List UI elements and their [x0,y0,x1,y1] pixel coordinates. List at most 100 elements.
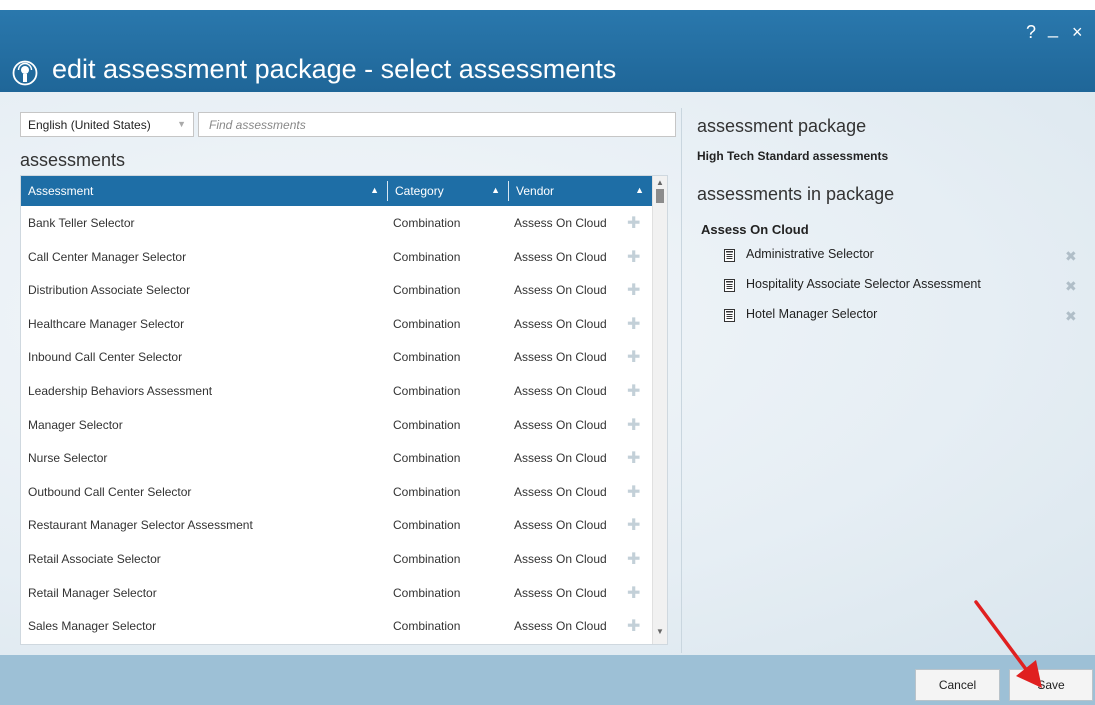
table-row[interactable]: Outbound Call Center Selector Combinatio… [21,475,652,509]
remove-icon[interactable]: ✖ [1065,308,1077,325]
package-item-label: Administrative Selector [746,247,874,261]
add-icon[interactable]: ✚ [627,280,640,300]
assessment-name: Leadership Behaviors Assessment [28,383,213,398]
assessment-name: Healthcare Manager Selector [28,316,185,331]
scroll-up-icon[interactable]: ▲ [656,178,664,187]
chevron-down-icon: ▼ [177,119,186,129]
table-row[interactable]: Retail Manager Selector Combination Asse… [21,576,652,610]
assessment-name: Outbound Call Center Selector [28,484,192,499]
table-row[interactable]: Healthcare Manager Selector Combination … [21,307,652,341]
add-icon[interactable]: ✚ [627,549,640,569]
table-row[interactable]: Restaurant Manager Selector Assessment C… [21,508,652,542]
assessment-vendor: Assess On Cloud [514,383,607,398]
assessment-name: Retail Associate Selector [28,551,161,566]
document-icon [724,279,735,292]
add-icon[interactable]: ✚ [627,482,640,502]
assessment-vendor: Assess On Cloud [514,283,607,298]
assessment-category: Combination [393,451,461,466]
top-gap [0,0,1095,10]
search-input[interactable]: Find assessments [198,112,676,137]
assessment-vendor: Assess On Cloud [514,518,607,533]
grid-header: Assessment ▲ Category ▲ Vendor ▲ [21,176,652,206]
add-icon[interactable]: ✚ [627,213,640,233]
scroll-down-icon[interactable]: ▼ [656,627,664,636]
assessment-vendor: Assess On Cloud [514,316,607,331]
assessment-name: Sales Manager Selector [28,619,157,634]
add-icon[interactable]: ✚ [627,415,640,435]
assessment-name: Retail Manager Selector [28,585,157,600]
table-row[interactable]: Manager Selector Combination Assess On C… [21,408,652,442]
package-name: High Tech Standard assessments [697,149,889,163]
add-icon[interactable]: ✚ [627,314,640,334]
assessment-vendor: Assess On Cloud [514,585,607,600]
panel-divider [681,108,682,653]
assessment-vendor: Assess On Cloud [514,350,607,365]
assessment-app-icon [12,60,38,86]
table-row[interactable]: Call Center Manager Selector Combination… [21,240,652,274]
dialog-content: English (United States) ▼ Find assessmen… [0,92,1095,655]
add-icon[interactable]: ✚ [627,616,640,636]
close-icon[interactable]: × [1072,22,1083,43]
assessment-category: Combination [393,216,461,230]
dialog-footer: Cancel Save [0,655,1095,705]
assessment-vendor: Assess On Cloud [514,551,607,566]
assessment-category: Combination [393,283,461,298]
package-item-label: Hospitality Associate Selector Assessmen… [746,277,981,291]
assessment-vendor: Assess On Cloud [514,451,607,466]
column-header-vendor[interactable]: Vendor ▲ [509,176,652,206]
table-row[interactable]: Retail Associate Selector Combination As… [21,542,652,576]
assessment-name: Restaurant Manager Selector Assessment [28,518,253,533]
assessment-name: Distribution Associate Selector [28,283,191,298]
document-icon [724,249,735,262]
assessment-vendor: Assess On Cloud [514,484,607,499]
language-select-value: English (United States) [28,118,151,132]
assessment-name: Call Center Manager Selector [28,249,187,264]
remove-icon[interactable]: ✖ [1065,248,1077,265]
remove-icon[interactable]: ✖ [1065,278,1077,295]
table-row[interactable]: Bank Teller Selector Combination Assess … [21,206,652,240]
add-icon[interactable]: ✚ [627,381,640,401]
grid-scrollbar[interactable]: ▲ ▼ [652,176,667,644]
table-row[interactable]: Distribution Associate Selector Combinat… [21,273,652,307]
sort-asc-icon: ▲ [491,185,500,195]
in-package-title: assessments in package [697,184,895,204]
assessment-vendor: Assess On Cloud [514,417,607,432]
assessment-name: Inbound Call Center Selector [28,350,183,365]
assessment-category: Combination [393,619,461,634]
table-row[interactable]: Sales Manager Selector Combination Asses… [21,609,652,643]
add-icon[interactable]: ✚ [627,347,640,367]
assessment-category: Combination [393,518,461,533]
assessment-name: Nurse Selector [28,451,108,466]
sort-asc-icon: ▲ [370,185,379,195]
column-header-category[interactable]: Category ▲ [388,176,508,206]
assessment-category: Combination [393,249,461,264]
help-icon[interactable]: ? [1026,22,1036,43]
add-icon[interactable]: ✚ [627,448,640,468]
package-item: Administrative Selector ✖ [724,247,1084,273]
add-icon[interactable]: ✚ [627,515,640,535]
assessment-name: Bank Teller Selector [28,216,135,230]
assessment-category: Combination [393,350,461,365]
assessment-category: Combination [393,316,461,331]
assessment-name: Manager Selector [28,417,123,432]
assessment-vendor: Assess On Cloud [514,619,607,634]
assessments-grid: Assessment ▲ Category ▲ Vendor ▲ Bank Telle… [20,175,668,645]
package-title: assessment package [697,116,867,136]
scrollbar-thumb[interactable] [656,189,664,203]
language-select[interactable]: English (United States) ▼ [20,112,194,137]
assessment-vendor: Assess On Cloud [514,249,607,264]
column-header-assessment[interactable]: Assessment ▲ [21,176,387,206]
assessment-vendor: Assess On Cloud [514,216,607,230]
assessment-category: Combination [393,484,461,499]
table-row[interactable]: Inbound Call Center Selector Combination… [21,340,652,374]
minimize-icon[interactable]: _ [1048,18,1058,39]
table-row[interactable]: Nurse Selector Combination Assess On Clo… [21,441,652,475]
add-icon[interactable]: ✚ [627,583,640,603]
table-row[interactable]: Leadership Behaviors Assessment Combinat… [21,374,652,408]
title-bar: edit assessment package - select assessm… [0,10,1095,92]
document-icon [724,309,735,322]
sort-asc-icon: ▲ [635,185,644,195]
grid-rows: Bank Teller Selector Combination Assess … [21,206,652,643]
add-icon[interactable]: ✚ [627,247,640,267]
window-title: edit assessment package - select assessm… [52,54,617,84]
